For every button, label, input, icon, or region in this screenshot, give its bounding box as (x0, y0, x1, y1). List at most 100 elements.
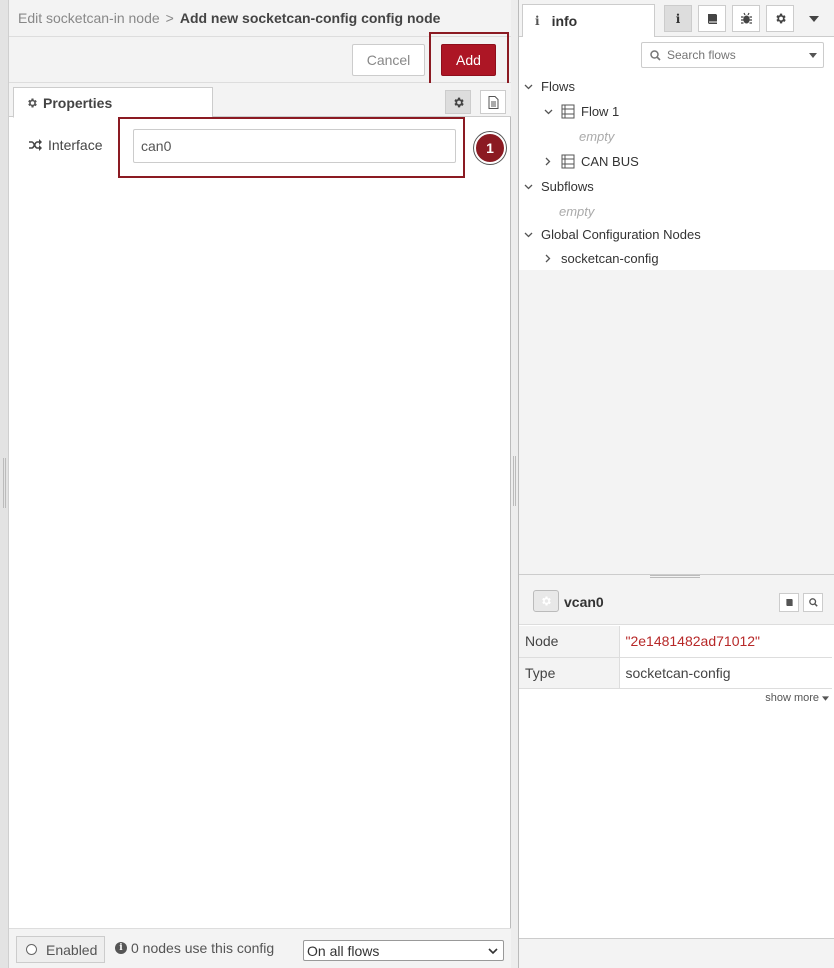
left-gutter (0, 0, 9, 968)
caret-down-icon (822, 695, 829, 701)
tree-item-global-config[interactable]: Global Configuration Nodes (521, 227, 701, 242)
sidebar: i info i Flows Flow (519, 0, 834, 968)
show-more-label: show more (765, 692, 819, 704)
search-icon (808, 598, 818, 607)
tree-label-global-config: Global Configuration Nodes (541, 227, 701, 242)
sidebar-tabs: i info i (519, 0, 834, 38)
tree-item-socketcan-config[interactable]: socketcan-config (541, 251, 659, 266)
gear-icon (542, 596, 551, 606)
tab-settings[interactable] (445, 90, 471, 114)
property-key: Node (519, 626, 620, 658)
interface-input[interactable] (133, 129, 456, 163)
chevron-down-icon (488, 948, 498, 955)
random-icon (29, 139, 42, 151)
sidebar-info-button[interactable]: i (664, 5, 692, 32)
enabled-toggle[interactable]: Enabled (16, 936, 105, 963)
tree-label-subflows: Subflows (541, 179, 594, 194)
editor-tabbar: Properties (9, 83, 511, 118)
usage-text: 0 nodes use this config (131, 940, 275, 956)
tree-item-flows[interactable]: Flows (521, 79, 575, 94)
tree-label-empty: empty (579, 129, 615, 144)
interface-label-row: Interface (29, 137, 102, 153)
flow-icon (561, 154, 575, 169)
node-icon (533, 590, 559, 612)
sidebar-help-button[interactable] (698, 5, 726, 32)
annotation-badge-1: 1 (474, 132, 506, 164)
scope-value: On all flows (307, 942, 380, 959)
table-row: Type socketcan-config (519, 657, 832, 689)
node-help-button[interactable] (779, 593, 799, 612)
property-value: socketcan-config (619, 657, 832, 689)
tree-item-empty-subflows: empty (559, 204, 594, 219)
info-panel: vcan0 Node "2e1481482ad71012" Type socke… (519, 580, 834, 938)
tree-item-flow1[interactable]: Flow 1 (541, 104, 619, 119)
tray-footer: Enabled i 0 nodes use this config On all… (9, 928, 511, 968)
add-button[interactable]: Add (441, 44, 496, 76)
chevron-right-icon (545, 157, 551, 166)
chevron-down-icon (544, 109, 552, 114)
flow-tree: Flows Flow 1 empty CAN BUS Subflows empt… (519, 72, 834, 574)
bug-icon (740, 12, 752, 24)
sidebar-debug-button[interactable] (732, 5, 760, 32)
chevron-down-icon (524, 84, 532, 89)
tab-properties[interactable]: Properties (13, 87, 213, 118)
cancel-button[interactable]: Cancel (352, 44, 425, 76)
caret-down-icon (809, 15, 819, 22)
tree-item-can-bus[interactable]: CAN BUS (541, 154, 639, 169)
tree-item-empty-flow1: empty (579, 129, 614, 144)
sidebar-search-bar (519, 37, 834, 72)
usage-info: i 0 nodes use this config (115, 940, 274, 956)
breadcrumb: Edit socketcan-in node > Add new socketcan… (18, 10, 440, 26)
search-icon (650, 49, 661, 61)
panel-splitter[interactable] (511, 0, 519, 968)
tab-info-label: info (551, 13, 578, 29)
tree-label-flow1: Flow 1 (581, 104, 620, 119)
resize-grip[interactable] (3, 458, 6, 508)
circle-icon (26, 944, 37, 955)
show-more-link[interactable]: show more (765, 692, 829, 704)
tab-description[interactable] (480, 90, 506, 114)
node-search-button[interactable] (803, 593, 823, 612)
tab-properties-label: Properties (43, 94, 113, 111)
breadcrumb-parent[interactable]: Edit socketcan-in node (18, 10, 160, 26)
chevron-down-icon (524, 184, 532, 189)
divider-grip[interactable] (650, 575, 700, 578)
file-text-icon (488, 95, 498, 109)
property-key: Type (519, 657, 620, 689)
sidebar-config-button[interactable] (766, 5, 794, 32)
search-input[interactable] (661, 47, 791, 63)
info-circle-icon: i (115, 942, 127, 954)
tree-label-empty: empty (559, 204, 595, 219)
info-icon: i (675, 11, 681, 26)
info-icon: i (535, 14, 540, 28)
node-title: vcan0 (564, 594, 604, 610)
search-box[interactable] (641, 42, 824, 68)
enabled-label: Enabled (46, 941, 98, 958)
sidebar-footer (519, 938, 834, 968)
node-properties-table: Node "2e1481482ad71012" Type socketcan-c… (519, 626, 832, 689)
tree-label-can-bus: CAN BUS (581, 154, 639, 169)
sidebar-menu-button[interactable] (800, 5, 828, 32)
tab-info[interactable]: i info (522, 4, 655, 38)
table-row: Node "2e1481482ad71012" (519, 626, 832, 658)
gear-icon (453, 97, 464, 107)
tree-label-flows: Flows (541, 79, 575, 94)
property-value[interactable]: "2e1481482ad71012" (619, 626, 832, 658)
flow-icon (561, 104, 575, 119)
book-icon (785, 599, 793, 606)
breadcrumb-separator: > (165, 10, 174, 26)
tree-item-subflows[interactable]: Subflows (521, 179, 594, 194)
splitter-grip[interactable] (513, 456, 516, 506)
book-icon (707, 13, 717, 24)
tree-label-socketcan-config: socketcan-config (561, 251, 659, 266)
chevron-right-icon (545, 254, 551, 263)
info-header: vcan0 (519, 580, 834, 625)
edit-tray: Edit socketcan-in node > Add new socketcan… (9, 0, 511, 968)
chevron-down-icon (524, 232, 532, 237)
gear-icon (28, 98, 37, 107)
breadcrumb-current: Add new socketcan-config config node (179, 10, 441, 26)
scope-select[interactable]: On all flows (303, 940, 504, 961)
caret-down-icon (809, 53, 817, 58)
gear-icon (775, 13, 786, 24)
interface-label: Interface (48, 137, 103, 153)
